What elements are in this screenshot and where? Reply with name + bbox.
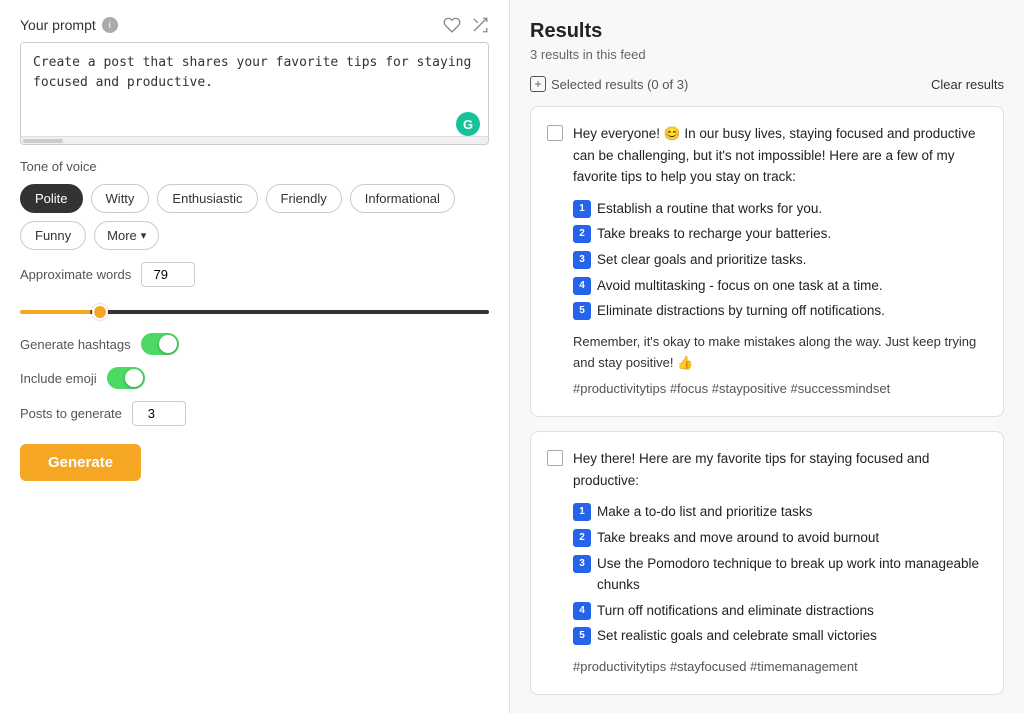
tone-buttons-row2: Funny More	[20, 221, 489, 250]
result-intro-2: Hey there! Here are my favorite tips for…	[573, 448, 987, 491]
result-card-2-inner: Hey there! Here are my favorite tips for…	[547, 448, 987, 678]
hashtags-label: Generate hashtags	[20, 337, 131, 352]
result-hashtags-2: #productivitytips #stayfocused #timemana…	[573, 657, 987, 678]
prompt-textarea-wrapper: Create a post that shares your favorite …	[20, 42, 489, 145]
plus-icon: +	[530, 76, 546, 92]
emoji-row: Include emoji	[20, 367, 489, 389]
result-card-1: Hey everyone! 😊 In our busy lives, stayi…	[530, 106, 1004, 417]
tone-more[interactable]: More	[94, 221, 159, 250]
results-title: Results	[530, 20, 1004, 43]
num-badge: 1	[573, 200, 591, 218]
hashtags-row: Generate hashtags	[20, 333, 489, 355]
left-panel: Your prompt i Create a post that shares …	[0, 0, 510, 713]
emoji-label: Include emoji	[20, 371, 97, 386]
selected-label[interactable]: + Selected results (0 of 3)	[530, 76, 688, 92]
tone-buttons: Polite Witty Enthusiastic Friendly Infor…	[20, 184, 489, 213]
selected-label-text: Selected results (0 of 3)	[551, 77, 688, 92]
emoji-toggle[interactable]	[107, 367, 145, 389]
list-item: 1 Make a to-do list and prioritize tasks	[573, 501, 987, 523]
num-badge: 2	[573, 225, 591, 243]
num-badge: 4	[573, 602, 591, 620]
list-item: 1 Establish a routine that works for you…	[573, 198, 987, 220]
prompt-title-text: Your prompt	[20, 17, 96, 33]
list-item: 3 Use the Pomodoro technique to break up…	[573, 553, 987, 596]
list-item-text: Make a to-do list and prioritize tasks	[597, 501, 812, 523]
list-item-text: Establish a routine that works for you.	[597, 198, 822, 220]
result-outro-1: Remember, it's okay to make mistakes alo…	[573, 334, 976, 370]
checkbox-col-2	[547, 448, 563, 678]
result-card-2: Hey there! Here are my favorite tips for…	[530, 431, 1004, 695]
result-checkbox-2[interactable]	[547, 450, 563, 466]
tone-witty[interactable]: Witty	[91, 184, 150, 213]
prompt-header: Your prompt i	[20, 16, 489, 34]
posts-label: Posts to generate	[20, 406, 122, 421]
list-item-text: Take breaks and move around to avoid bur…	[597, 527, 879, 549]
list-item: 3 Set clear goals and prioritize tasks.	[573, 249, 987, 271]
tone-friendly[interactable]: Friendly	[266, 184, 342, 213]
posts-input[interactable]	[132, 401, 186, 426]
approx-words-input[interactable]	[141, 262, 195, 287]
heart-icon[interactable]	[443, 16, 461, 34]
list-item-text: Set clear goals and prioritize tasks.	[597, 249, 806, 271]
list-item-text: Eliminate distractions by turning off no…	[597, 300, 885, 322]
tone-funny[interactable]: Funny	[20, 221, 86, 250]
prompt-title: Your prompt i	[20, 17, 118, 33]
right-panel: Results 3 results in this feed + Selecte…	[510, 0, 1024, 713]
list-item: 2 Take breaks to recharge your batteries…	[573, 223, 987, 245]
list-item-text: Use the Pomodoro technique to break up w…	[597, 553, 987, 596]
result-content-1: Hey everyone! 😊 In our busy lives, stayi…	[573, 123, 987, 400]
hashtags-toggle[interactable]	[141, 333, 179, 355]
result-checkbox-1[interactable]	[547, 125, 563, 141]
list-item: 2 Take breaks and move around to avoid b…	[573, 527, 987, 549]
prompt-actions	[443, 16, 489, 34]
result-intro-1: Hey everyone! 😊 In our busy lives, stayi…	[573, 123, 987, 188]
result-hashtags-1: #productivitytips #focus #staypositive #…	[573, 379, 987, 400]
generate-button[interactable]: Generate	[20, 444, 141, 481]
num-badge: 1	[573, 503, 591, 521]
tone-enthusiastic[interactable]: Enthusiastic	[157, 184, 257, 213]
horizontal-scrollbar[interactable]	[21, 136, 488, 144]
list-item: 4 Turn off notifications and eliminate d…	[573, 600, 987, 622]
shuffle-icon[interactable]	[471, 16, 489, 34]
list-item: 4 Avoid multitasking - focus on one task…	[573, 275, 987, 297]
numbered-list-1: 1 Establish a routine that works for you…	[573, 198, 987, 322]
numbered-list-2: 1 Make a to-do list and prioritize tasks…	[573, 501, 987, 647]
result-footer-1: Remember, it's okay to make mistakes alo…	[573, 332, 987, 400]
num-badge: 5	[573, 302, 591, 320]
result-card-1-inner: Hey everyone! 😊 In our busy lives, stayi…	[547, 123, 987, 400]
info-icon[interactable]: i	[102, 17, 118, 33]
approx-words-row: Approximate words	[20, 262, 489, 287]
results-count: 3 results in this feed	[530, 47, 1004, 62]
scrollbar-thumb	[23, 139, 63, 143]
list-item-text: Take breaks to recharge your batteries.	[597, 223, 831, 245]
num-badge: 3	[573, 251, 591, 269]
words-slider[interactable]	[20, 310, 489, 314]
list-item-text: Turn off notifications and eliminate dis…	[597, 600, 874, 622]
num-badge: 5	[573, 627, 591, 645]
prompt-textarea[interactable]: Create a post that shares your favorite …	[21, 43, 488, 133]
list-item: 5 Set realistic goals and celebrate smal…	[573, 625, 987, 647]
num-badge: 4	[573, 277, 591, 295]
tone-informational[interactable]: Informational	[350, 184, 455, 213]
clear-results-button[interactable]: Clear results	[931, 77, 1004, 92]
tone-label: Tone of voice	[20, 159, 489, 174]
tone-polite[interactable]: Polite	[20, 184, 83, 213]
checkbox-col-1	[547, 123, 563, 400]
approx-words-label: Approximate words	[20, 267, 131, 282]
num-badge: 3	[573, 555, 591, 573]
grammarly-icon[interactable]: G	[456, 112, 480, 136]
words-slider-wrapper	[20, 301, 489, 317]
num-badge: 2	[573, 529, 591, 547]
posts-row: Posts to generate	[20, 401, 489, 426]
list-item-text: Avoid multitasking - focus on one task a…	[597, 275, 883, 297]
results-toolbar: + Selected results (0 of 3) Clear result…	[530, 76, 1004, 92]
list-item-text: Set realistic goals and celebrate small …	[597, 625, 877, 647]
list-item: 5 Eliminate distractions by turning off …	[573, 300, 987, 322]
result-content-2: Hey there! Here are my favorite tips for…	[573, 448, 987, 678]
